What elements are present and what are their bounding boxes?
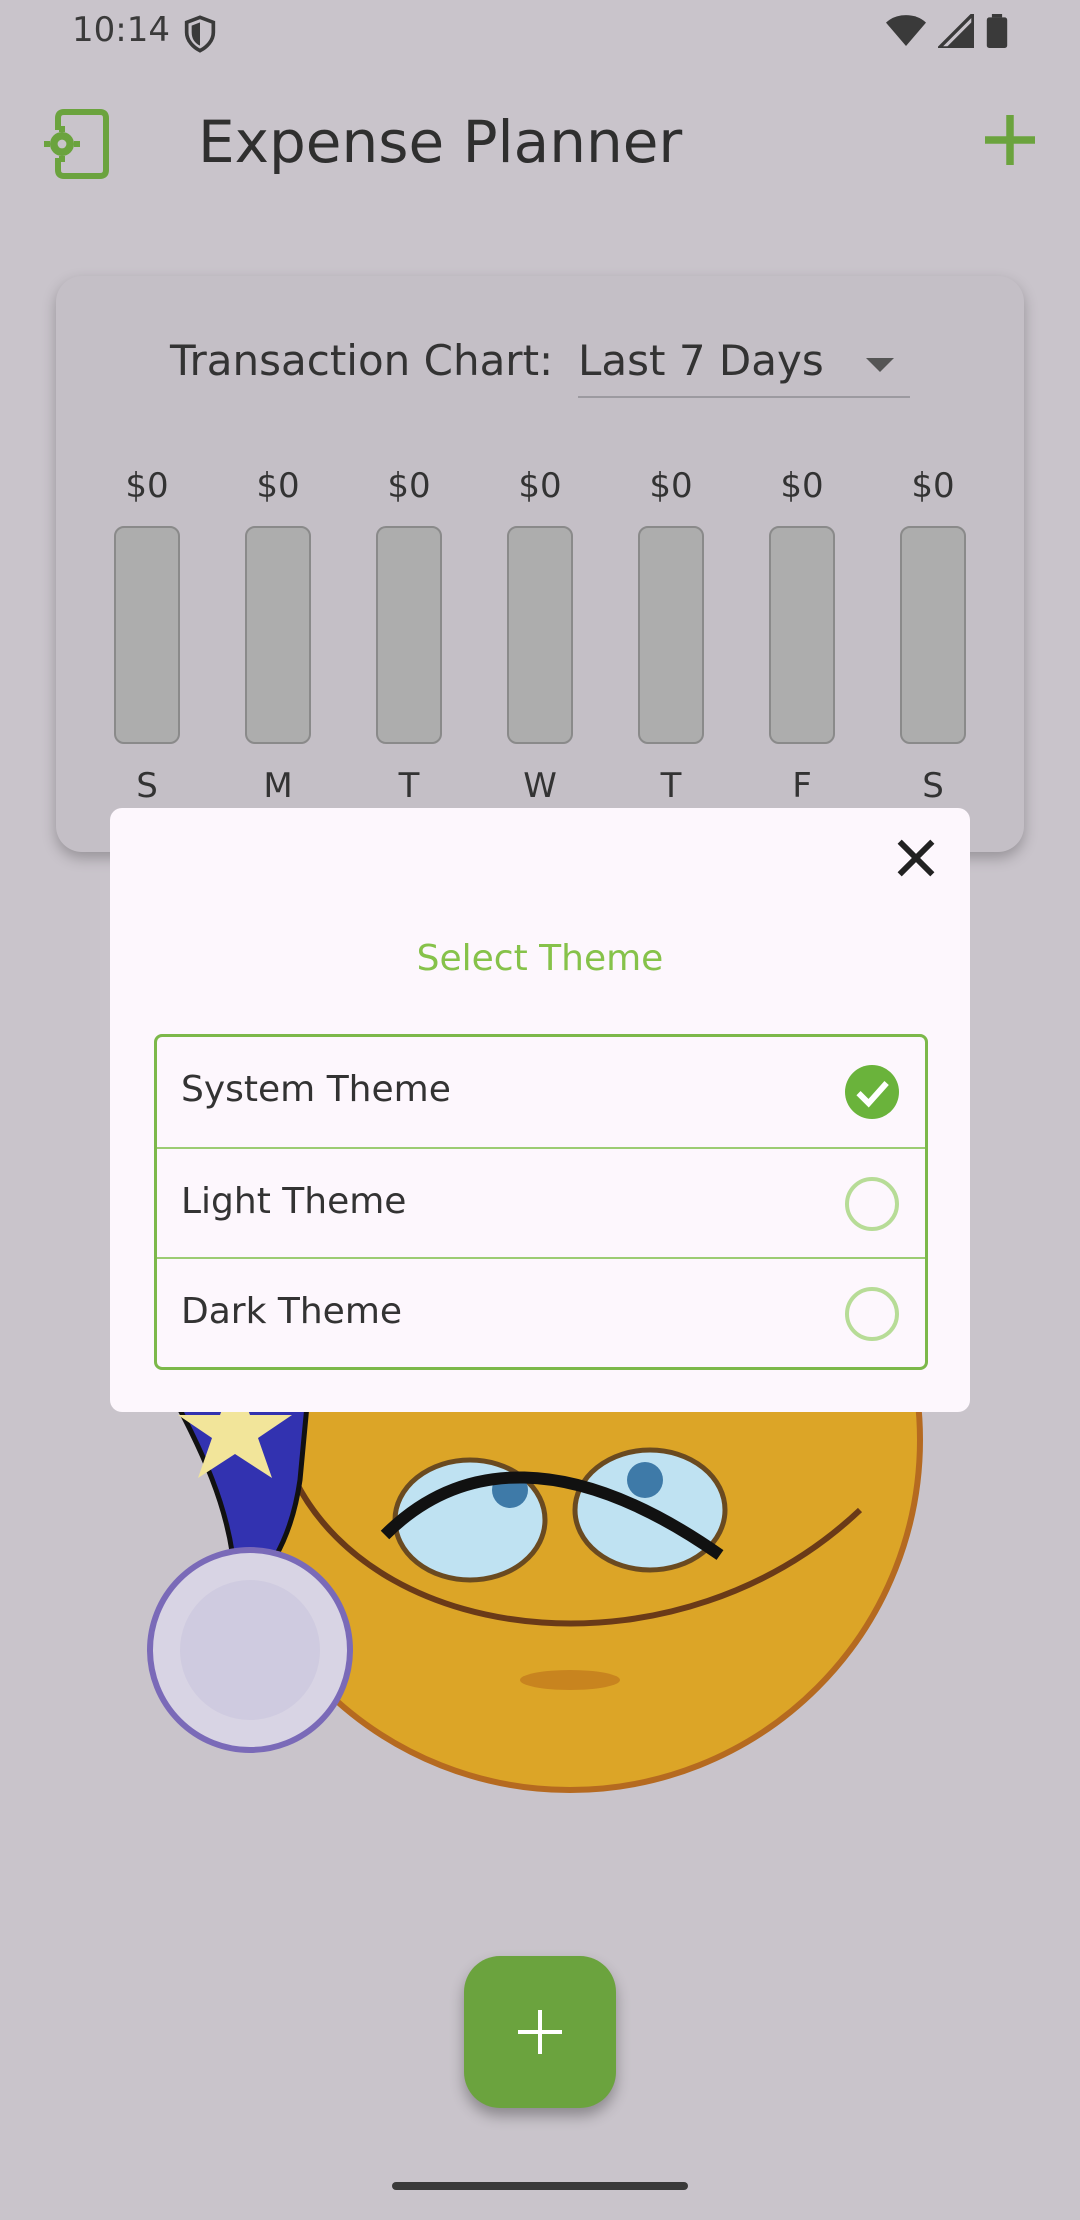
bar-amount: $0 [387, 466, 431, 506]
bar-column: $0 S [114, 466, 180, 806]
option-label: Light Theme [181, 1181, 407, 1222]
bar-column: $0 T [638, 466, 704, 806]
wifi-icon [886, 15, 926, 46]
check-icon [856, 1081, 889, 1108]
select-theme-dialog: Select Theme System Theme Light Theme Da… [110, 808, 970, 1412]
phone-settings-icon [44, 109, 109, 179]
status-time: 10:14 [72, 10, 170, 50]
bar-day-label: S [136, 766, 158, 806]
bar-day-label: M [263, 766, 293, 806]
status-bar: 10:14 [0, 0, 1080, 64]
radio-unselected[interactable] [845, 1287, 899, 1341]
bar-amount: $0 [911, 466, 955, 506]
bar-track [376, 526, 442, 744]
bar-track [507, 526, 573, 744]
bar-track [769, 526, 835, 744]
battery-icon [986, 14, 1008, 48]
home-indicator[interactable] [392, 2182, 688, 2190]
dropdown-arrow-icon [866, 358, 894, 372]
theme-option-dark[interactable]: Dark Theme [157, 1257, 925, 1369]
add-expense-button[interactable] [980, 110, 1040, 170]
bar-amount: $0 [256, 466, 300, 506]
bar-track [900, 526, 966, 744]
bar-day-label: F [792, 766, 812, 806]
bar-track [638, 526, 704, 744]
bar-track [114, 526, 180, 744]
signal-icon [938, 14, 974, 48]
bar-track [245, 526, 311, 744]
close-icon [897, 839, 935, 877]
bar-day-label: T [398, 766, 420, 806]
option-label: System Theme [181, 1069, 451, 1110]
status-icons [886, 14, 1008, 48]
bar-amount: $0 [518, 466, 562, 506]
transaction-chart-card: Transaction Chart: Last 7 Days $0 S $0 M… [56, 276, 1024, 852]
bar-column: $0 S [900, 466, 966, 806]
bar-amount: $0 [649, 466, 693, 506]
bar-column: $0 M [245, 466, 311, 806]
theme-options-list: System Theme Light Theme Dark Theme [154, 1034, 928, 1370]
close-button[interactable] [888, 830, 944, 886]
bar-column: $0 W [507, 466, 573, 806]
app-title: Expense Planner [198, 108, 683, 176]
chart-label: Transaction Chart: [170, 336, 554, 385]
bar-day-label: T [660, 766, 682, 806]
theme-option-system[interactable]: System Theme [157, 1037, 925, 1147]
bar-day-label: S [922, 766, 944, 806]
bar-day-label: W [523, 766, 557, 806]
chart-header: Transaction Chart: Last 7 Days [56, 336, 1024, 406]
bar-column: $0 T [376, 466, 442, 806]
plus-icon [985, 115, 1035, 165]
option-label: Dark Theme [181, 1291, 403, 1332]
period-dropdown[interactable]: Last 7 Days [578, 336, 910, 398]
theme-option-light[interactable]: Light Theme [157, 1147, 925, 1259]
plus-icon [518, 2010, 562, 2054]
dialog-title: Select Theme [416, 938, 664, 979]
period-value: Last 7 Days [578, 336, 824, 385]
bar-column: $0 F [769, 466, 835, 806]
radio-unselected[interactable] [845, 1177, 899, 1231]
app-bar: Expense Planner [0, 80, 1080, 210]
bar-amount: $0 [780, 466, 824, 506]
shield-icon [184, 15, 216, 53]
add-transaction-fab[interactable] [464, 1956, 616, 2108]
bar-amount: $0 [125, 466, 169, 506]
settings-button[interactable] [44, 104, 112, 184]
radio-selected[interactable] [845, 1065, 899, 1119]
